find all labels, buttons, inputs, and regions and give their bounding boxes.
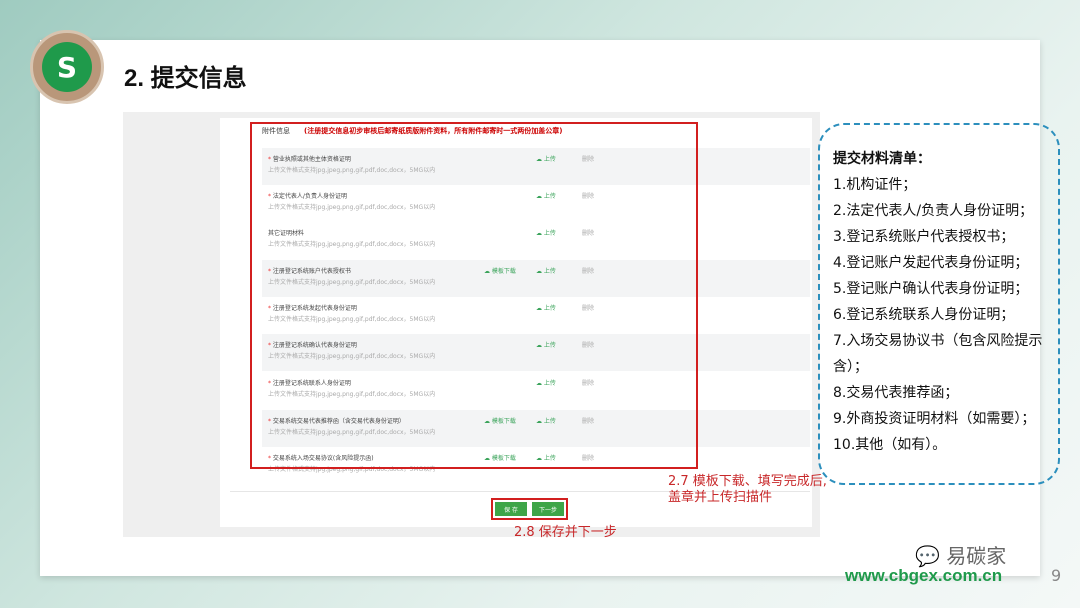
exchange-logo: S: [30, 30, 104, 104]
website-url: www.cbgex.com.cn: [845, 566, 1003, 585]
checklist-item: 4.登记账户发起代表身份证明；: [833, 255, 1029, 271]
checklist-item: 2.法定代表人/负责人身份证明；: [833, 203, 1034, 219]
page-number: 9: [1051, 566, 1062, 585]
next-step-button[interactable]: 下一步: [532, 502, 564, 516]
wechat-watermark: 💬 易碳家: [915, 540, 1006, 569]
annotation-2-8: 2.8 保存并下一步: [514, 525, 617, 540]
checklist-item: 1.机构证件；: [833, 177, 917, 193]
save-button[interactable]: 保 存: [495, 502, 527, 516]
checklist-item: 7.入场交易协议书（包含风险提示含）；: [833, 333, 1043, 375]
checklist-item: 10.其他（如有）。: [833, 437, 947, 453]
checklist-item: 9.外商投资证明材料（如需要）；: [833, 411, 1036, 427]
checklist-item: 5.登记账户确认代表身份证明；: [833, 281, 1029, 297]
annotation-line: 盖章并上传扫描件: [668, 490, 773, 505]
checklist-item: 3.登记系统账户代表授权书；: [833, 229, 1015, 245]
highlight-box-buttons: 保 存 下一步: [491, 498, 568, 520]
wechat-icon: 💬: [915, 544, 940, 568]
highlight-box-attachments: [250, 122, 698, 469]
page-title: 2. 提交信息: [124, 65, 247, 92]
checklist: 提交材料清单： 1.机构证件； 2.法定代表人/负责人身份证明； 3.登记系统账户代…: [833, 146, 1055, 458]
annotation-line: 2.7 模板下载、填写完成后,: [668, 474, 827, 489]
checklist-item: 8.交易代表推荐函；: [833, 385, 959, 401]
checklist-heading: 提交材料清单：: [833, 151, 931, 167]
watermark-text: 易碳家: [946, 544, 1007, 568]
annotation-2-7: 2.7 模板下载、填写完成后, 盖章并上传扫描件: [668, 474, 827, 506]
checklist-item: 6.登记系统联系人身份证明；: [833, 307, 1015, 323]
